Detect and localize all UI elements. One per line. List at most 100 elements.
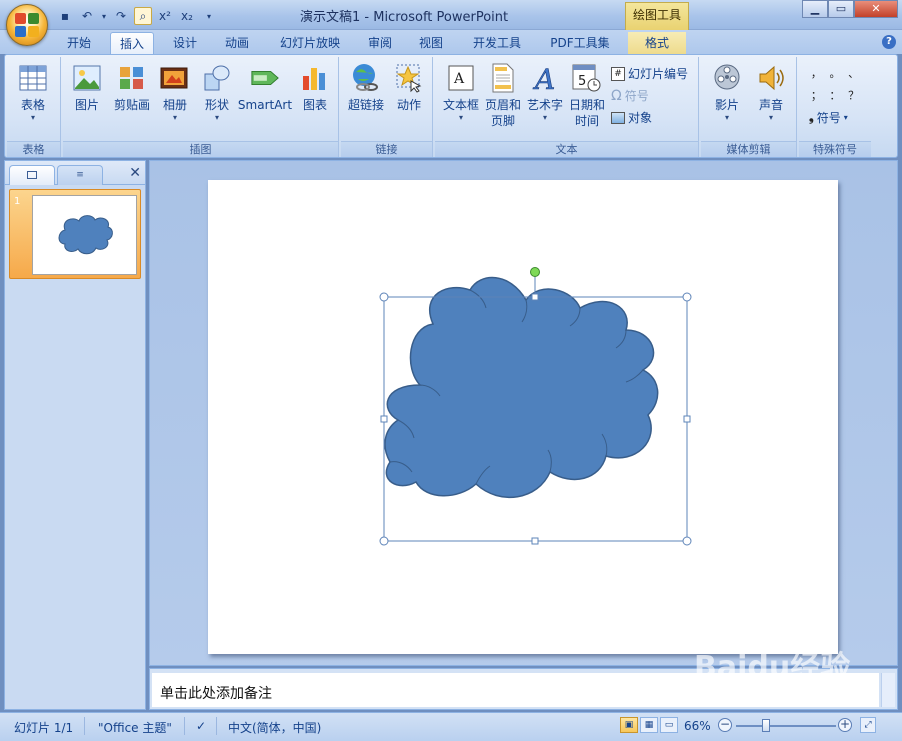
dropdown-arrow-icon: ▾ xyxy=(172,113,177,122)
spell-check-icon[interactable]: ✓ xyxy=(196,719,206,733)
tab-format[interactable]: 格式 xyxy=(628,32,686,54)
zoom-out-button[interactable]: − xyxy=(718,718,732,732)
tab-view[interactable]: 视图 xyxy=(410,32,452,54)
save-icon[interactable]: ▪ xyxy=(56,7,74,25)
quick-access-toolbar: ▪ ↶ ▾ ↷ ⌕ x² x₂ ▾ xyxy=(56,6,218,26)
slides-pane-tabs: ≡ ✕ xyxy=(5,161,145,185)
table-button[interactable]: 表格 ▾ xyxy=(13,63,53,123)
symbol-cell[interactable]: 。 xyxy=(826,65,845,81)
slides-tab[interactable] xyxy=(9,165,55,185)
smartart-icon xyxy=(250,63,280,93)
symbol-cell[interactable]: ； xyxy=(807,87,826,103)
tab-design[interactable]: 设计 xyxy=(164,32,206,54)
status-theme[interactable]: "Office 主题" xyxy=(98,719,172,736)
group-label-links: 链接 xyxy=(341,141,432,157)
chart-button[interactable]: 图表 xyxy=(297,63,333,113)
fit-to-window-button[interactable]: ⤢ xyxy=(860,717,876,733)
zoom-slider-track[interactable] xyxy=(736,725,836,727)
resize-handle-left[interactable] xyxy=(380,415,388,423)
wordart-icon: A xyxy=(530,63,560,93)
subscript-icon[interactable]: x₂ xyxy=(178,7,196,25)
slide-number-button[interactable]: # 幻灯片编号 xyxy=(611,65,688,82)
wordart-button[interactable]: A 艺术字 ▾ xyxy=(525,63,565,123)
status-language[interactable]: 中文(简体，中国) xyxy=(228,719,321,736)
resize-handle-top[interactable] xyxy=(531,293,539,301)
resize-handle-bottom[interactable] xyxy=(531,537,539,545)
resize-handle-bottom-left[interactable] xyxy=(379,536,389,546)
outline-tab[interactable]: ≡ xyxy=(57,165,103,185)
header-footer-button[interactable]: 页眉和 页脚 xyxy=(483,63,523,129)
hyperlink-button[interactable]: 超链接 xyxy=(345,63,387,113)
tab-home[interactable]: 开始 xyxy=(58,32,100,54)
symbol-button[interactable]: Ω 符号 xyxy=(611,87,649,104)
tab-slideshow[interactable]: 幻灯片放映 xyxy=(270,32,350,54)
slide-canvas[interactable] xyxy=(208,180,838,654)
textbox-button[interactable]: A 文本框 ▾ xyxy=(441,63,481,123)
tab-pdf-tools[interactable]: PDF工具集 xyxy=(540,32,620,54)
photo-album-button[interactable]: 相册 ▾ xyxy=(157,63,193,123)
group-special-symbols: ， 。 、 ； ： ？ ❟ 符号 ▾ 特殊符号 xyxy=(799,57,871,157)
minimize-button[interactable]: ▁ xyxy=(802,0,828,18)
status-separator xyxy=(84,717,85,735)
superscript-icon[interactable]: x² xyxy=(156,7,174,25)
shapes-button[interactable]: 形状 ▾ xyxy=(199,63,235,123)
special-symbol-button[interactable]: ❟ 符号 ▾ xyxy=(809,109,848,126)
movie-button[interactable]: 影片 ▾ xyxy=(707,63,747,123)
dropdown-arrow-icon: ▾ xyxy=(542,113,547,122)
customize-qat-icon[interactable]: ▾ xyxy=(200,7,218,25)
slideshow-view-button[interactable]: ▭ xyxy=(660,717,678,733)
symbol-cell[interactable]: ？ xyxy=(844,87,863,103)
zoom-level[interactable]: 66% xyxy=(684,719,711,733)
thumbnail-cloud-shape xyxy=(58,215,113,255)
close-pane-icon[interactable]: ✕ xyxy=(129,165,141,181)
normal-view-button[interactable]: ▣ xyxy=(620,717,638,733)
cloud-shape[interactable] xyxy=(384,276,659,498)
slide-thumbnail[interactable] xyxy=(32,195,137,275)
resize-handle-right[interactable] xyxy=(683,415,691,423)
slide-sorter-view-button[interactable]: ▦ xyxy=(640,717,658,733)
maximize-button[interactable]: ▭ xyxy=(828,0,854,18)
ribbon-tabs: 开始 插入 设计 动画 幻灯片放映 审阅 视图 开发工具 PDF工具集 格式 ? xyxy=(0,30,902,54)
resize-handle-bottom-right[interactable] xyxy=(682,536,692,546)
clipart-button[interactable]: 剪贴画 xyxy=(111,63,153,113)
outline-view-icon: ≡ xyxy=(76,170,84,180)
slide-thumbnail-selected[interactable]: 1 xyxy=(9,189,141,279)
sound-button[interactable]: 声音 ▾ xyxy=(751,63,791,123)
zoom-slider-knob[interactable] xyxy=(762,719,770,732)
office-button[interactable] xyxy=(6,4,48,46)
zoom-in-button[interactable]: + xyxy=(838,718,852,732)
tab-review[interactable]: 审阅 xyxy=(360,32,400,54)
resize-handle-top-right[interactable] xyxy=(682,292,692,302)
action-button[interactable]: 动作 xyxy=(391,63,427,113)
dropdown-arrow-icon[interactable]: ▾ xyxy=(100,7,108,25)
redo-icon[interactable]: ↷ xyxy=(112,7,130,25)
group-label-media: 媒体剪辑 xyxy=(701,141,796,157)
resize-handle-top-left[interactable] xyxy=(379,292,389,302)
object-button[interactable]: 对象 xyxy=(611,109,652,126)
help-icon[interactable]: ? xyxy=(882,35,896,49)
notes-scrollbar[interactable] xyxy=(881,673,895,707)
object-icon xyxy=(611,111,625,124)
tab-insert[interactable]: 插入 xyxy=(110,32,154,54)
tab-animations[interactable]: 动画 xyxy=(216,32,258,54)
svg-text:5: 5 xyxy=(578,74,586,89)
picture-button[interactable]: 图片 xyxy=(69,63,105,113)
date-time-button[interactable]: 5 日期和 时间 xyxy=(567,63,607,129)
status-slide-indicator: 幻灯片 1/1 xyxy=(14,721,74,735)
dropdown-arrow-icon: ▾ xyxy=(843,113,848,122)
tab-developer[interactable]: 开发工具 xyxy=(464,32,530,54)
slides-view-icon xyxy=(27,171,37,179)
photo-album-icon xyxy=(160,63,190,93)
rotation-handle[interactable] xyxy=(530,267,540,277)
action-star-icon xyxy=(394,63,424,93)
title-bar: ▪ ↶ ▾ ↷ ⌕ x² x₂ ▾ 演示文稿1 - Microsoft Powe… xyxy=(0,0,902,46)
close-button[interactable]: ✕ xyxy=(854,0,898,18)
undo-icon[interactable]: ↶ xyxy=(78,7,96,25)
symbol-cell[interactable]: 、 xyxy=(844,65,863,81)
film-reel-icon xyxy=(712,63,742,93)
slide-content xyxy=(379,267,692,546)
smartart-button[interactable]: SmartArt xyxy=(237,63,293,113)
symbol-cell[interactable]: ： xyxy=(826,87,845,103)
print-preview-icon[interactable]: ⌕ xyxy=(134,7,152,25)
symbol-cell[interactable]: ， xyxy=(807,65,826,81)
